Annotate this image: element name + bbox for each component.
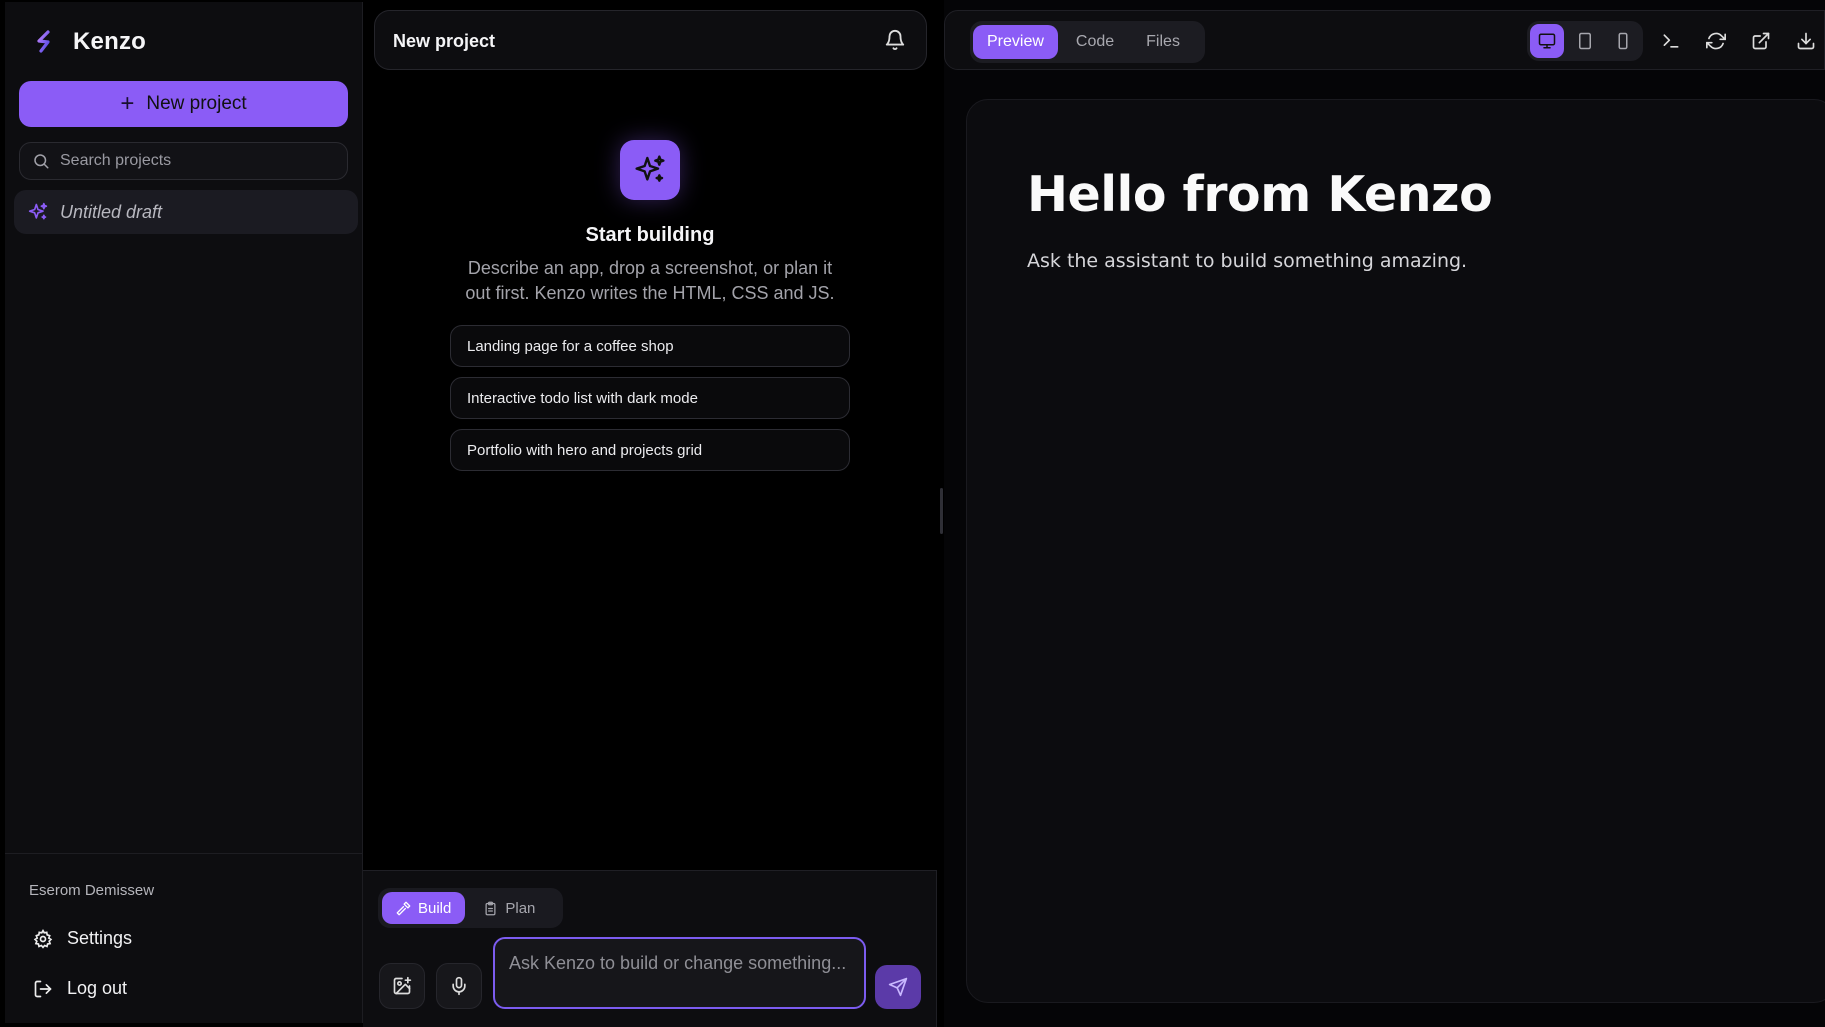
search-icon <box>34 154 49 169</box>
sidebar-footer: Eserom Demissew Settings Log out <box>5 853 363 1023</box>
open-external-button[interactable] <box>1746 26 1776 56</box>
panel-resize-handle[interactable] <box>940 488 943 534</box>
view-tabs: Preview Code Files <box>970 21 1205 63</box>
preview-subtext: Ask the assistant to build something ama… <box>1027 250 1468 272</box>
download-icon <box>1797 32 1815 50</box>
mode-toggle: Build Plan <box>378 888 563 928</box>
new-project-button[interactable]: + New project <box>19 81 348 127</box>
chat-title: New project <box>393 31 496 51</box>
new-project-label: New project <box>146 93 247 114</box>
refresh-button[interactable] <box>1701 26 1731 56</box>
app-root: Kenzo + New project Untitled draft Esero… <box>0 0 1825 1027</box>
phone-view-button[interactable] <box>1606 24 1640 58</box>
hammer-icon <box>396 901 411 915</box>
tablet-icon <box>1579 32 1591 50</box>
tab-code[interactable]: Code <box>1062 25 1128 59</box>
logout-icon <box>34 980 52 997</box>
tablet-view-button[interactable] <box>1568 24 1602 58</box>
sparkles-icon <box>635 155 665 182</box>
user-name: Eserom Demissew <box>29 882 155 899</box>
sidebar: Kenzo + New project Untitled draft Esero… <box>5 2 363 1023</box>
attach-image-button[interactable] <box>379 963 425 1009</box>
brand-name: Kenzo <box>73 28 146 55</box>
empty-state-title: Start building <box>585 224 715 246</box>
terminal-button[interactable] <box>1656 26 1686 56</box>
desktop-view-button[interactable] <box>1530 24 1564 58</box>
project-item-label: Untitled draft <box>60 201 163 222</box>
plus-icon: + <box>120 90 135 117</box>
plan-mode-button[interactable]: Plan <box>469 892 549 924</box>
refresh-icon <box>1706 32 1726 50</box>
build-mode-label: Build <box>418 899 452 917</box>
bell-icon[interactable] <box>884 29 906 51</box>
desktop-icon <box>1538 33 1556 49</box>
preview-toolbar: Preview Code Files <box>944 10 1825 70</box>
preview-heading: Hello from Kenzo <box>1027 166 1493 223</box>
microphone-icon <box>452 976 466 996</box>
build-mode-button[interactable]: Build <box>382 892 466 924</box>
project-item-untitled-draft[interactable]: Untitled draft <box>14 190 358 234</box>
microphone-button[interactable] <box>436 963 482 1009</box>
chat-panel: New project Start building Describe an a… <box>363 0 937 1027</box>
brand[interactable]: Kenzo <box>35 28 146 56</box>
logout-label: Log out <box>67 978 128 998</box>
send-button[interactable] <box>875 965 921 1009</box>
send-icon <box>888 977 908 997</box>
tab-files[interactable]: Files <box>1132 25 1194 59</box>
plan-mode-label: Plan <box>505 899 536 917</box>
download-button[interactable] <box>1791 26 1821 56</box>
empty-state-description: Describe an app, drop a screenshot, or p… <box>465 258 835 303</box>
terminal-icon <box>1663 34 1679 48</box>
device-toggle <box>1527 21 1643 61</box>
search-input[interactable] <box>60 152 330 170</box>
search-projects[interactable] <box>19 142 348 180</box>
external-link-icon <box>1752 32 1770 50</box>
settings-link[interactable]: Settings <box>33 928 132 949</box>
suggestion-button[interactable]: Interactive todo list with dark mode <box>450 377 850 419</box>
suggestion-button[interactable]: Portfolio with hero and projects grid <box>450 429 850 471</box>
start-building-badge <box>620 140 680 200</box>
logout-link[interactable]: Log out <box>33 978 127 999</box>
preview-frame[interactable]: Hello from Kenzo Ask the assistant to bu… <box>966 99 1825 1003</box>
tab-preview[interactable]: Preview <box>973 25 1058 59</box>
prompt-input[interactable] <box>493 937 866 1009</box>
preview-panel: Preview Code Files Hello from Kenzo Ask … <box>944 0 1825 1027</box>
clipboard-icon <box>485 901 496 915</box>
gear-icon <box>33 928 53 949</box>
sparkles-icon <box>28 202 48 220</box>
composer: Build Plan <box>363 870 937 1027</box>
chat-header: New project <box>374 10 927 70</box>
settings-label: Settings <box>67 928 133 948</box>
image-plus-icon <box>393 976 412 995</box>
kenzo-logo-icon <box>37 30 50 53</box>
suggestion-button[interactable]: Landing page for a coffee shop <box>450 325 850 367</box>
phone-icon <box>1618 32 1628 50</box>
